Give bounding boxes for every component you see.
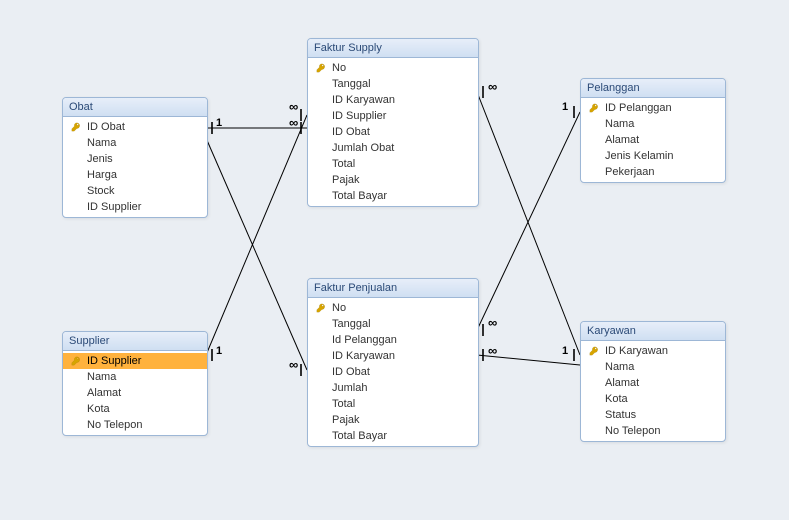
field-row[interactable]: Jumlah — [308, 380, 478, 396]
entity-title[interactable]: Supplier — [63, 332, 207, 351]
cardinality-one: 1 — [216, 118, 222, 129]
field-row[interactable]: ID Supplier — [63, 353, 207, 369]
field-row[interactable]: Total Bayar — [308, 428, 478, 444]
field-row[interactable]: Id Pelanggan — [308, 332, 478, 348]
field-row[interactable]: Jenis — [63, 151, 207, 167]
field-row[interactable]: Nama — [581, 116, 725, 132]
field-row[interactable]: Nama — [63, 369, 207, 385]
field-row[interactable]: Alamat — [63, 385, 207, 401]
field-row[interactable]: Pekerjaan — [581, 164, 725, 180]
cardinality-one: 1 — [562, 346, 568, 357]
field-row[interactable]: ID Obat — [308, 364, 478, 380]
entity-table-obat[interactable]: Obat ID Obat Nama Jenis Harga Stock ID S… — [62, 97, 208, 218]
field-row[interactable]: Pajak — [308, 172, 478, 188]
primary-key-icon — [314, 303, 328, 313]
field-row[interactable]: Nama — [581, 359, 725, 375]
field-row[interactable]: ID Karyawan — [308, 348, 478, 364]
field-row[interactable]: No Telepon — [581, 423, 725, 439]
field-row[interactable]: Pajak — [308, 412, 478, 428]
cardinality-many: ∞ — [488, 316, 497, 329]
field-row[interactable]: ID Karyawan — [581, 343, 725, 359]
field-row[interactable]: Harga — [63, 167, 207, 183]
primary-key-icon — [69, 356, 83, 366]
cardinality-one: 1 — [216, 346, 222, 357]
field-row[interactable]: Stock — [63, 183, 207, 199]
field-row[interactable]: Alamat — [581, 375, 725, 391]
entity-table-supplier[interactable]: Supplier ID Supplier Nama Alamat Kota No… — [62, 331, 208, 436]
entity-table-karyawan[interactable]: Karyawan ID Karyawan Nama Alamat Kota St… — [580, 321, 726, 442]
entity-title[interactable]: Pelanggan — [581, 79, 725, 98]
entity-table-faktur-penjualan[interactable]: Faktur Penjualan No Tanggal Id Pelanggan… — [307, 278, 479, 447]
cardinality-many: ∞ — [488, 344, 497, 357]
field-row[interactable]: Jumlah Obat — [308, 140, 478, 156]
entity-title[interactable]: Obat — [63, 98, 207, 117]
field-row[interactable]: ID Supplier — [63, 199, 207, 215]
field-row[interactable]: No — [308, 60, 478, 76]
primary-key-icon — [587, 346, 601, 356]
cardinality-many: ∞ — [289, 358, 298, 371]
primary-key-icon — [69, 122, 83, 132]
field-row[interactable]: ID Obat — [63, 119, 207, 135]
field-row[interactable]: Total — [308, 156, 478, 172]
field-row[interactable]: Total Bayar — [308, 188, 478, 204]
primary-key-icon — [314, 63, 328, 73]
entity-table-faktur-supply[interactable]: Faktur Supply No Tanggal ID Karyawan ID … — [307, 38, 479, 207]
cardinality-one: 1 — [562, 102, 568, 113]
field-row[interactable]: ID Pelanggan — [581, 100, 725, 116]
entity-title[interactable]: Karyawan — [581, 322, 725, 341]
entity-title[interactable]: Faktur Supply — [308, 39, 478, 58]
field-row[interactable]: Status — [581, 407, 725, 423]
entity-table-pelanggan[interactable]: Pelanggan ID Pelanggan Nama Alamat Jenis… — [580, 78, 726, 183]
cardinality-many: ∞ — [289, 116, 298, 129]
field-row[interactable]: Total — [308, 396, 478, 412]
field-row[interactable]: Kota — [581, 391, 725, 407]
field-row[interactable]: Tanggal — [308, 316, 478, 332]
field-row[interactable]: Tanggal — [308, 76, 478, 92]
field-row[interactable]: ID Karyawan — [308, 92, 478, 108]
entity-title[interactable]: Faktur Penjualan — [308, 279, 478, 298]
primary-key-icon — [587, 103, 601, 113]
erd-canvas[interactable]: { "entities": { "obat": { "title": "Obat… — [0, 0, 789, 520]
field-row[interactable]: Alamat — [581, 132, 725, 148]
field-row[interactable]: ID Supplier — [308, 108, 478, 124]
cardinality-many: ∞ — [289, 100, 298, 113]
field-row[interactable]: No Telepon — [63, 417, 207, 433]
field-row[interactable]: Nama — [63, 135, 207, 151]
field-row[interactable]: ID Obat — [308, 124, 478, 140]
field-row[interactable]: No — [308, 300, 478, 316]
cardinality-many: ∞ — [488, 80, 497, 93]
field-row[interactable]: Jenis Kelamin — [581, 148, 725, 164]
field-row[interactable]: Kota — [63, 401, 207, 417]
